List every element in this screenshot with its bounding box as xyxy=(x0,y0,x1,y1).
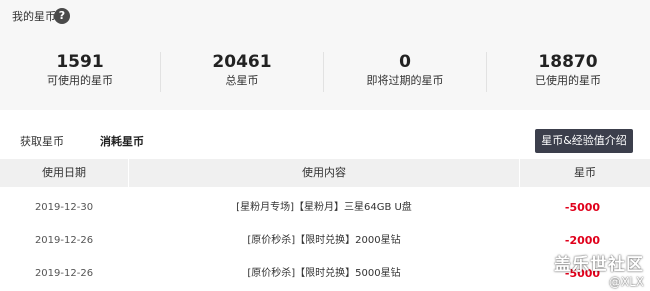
watermark-handle: @XLX xyxy=(608,275,644,289)
stat-available: 1591 可使用的星币 xyxy=(0,52,160,88)
table-row: 2019-12-30 [星粉月专场]【星粉月】三星64GB U盘 -5000 xyxy=(0,192,650,223)
header-content: 使用内容 xyxy=(302,166,346,179)
row-date: 2019-12-26 xyxy=(34,235,94,246)
help-icon[interactable]: ? xyxy=(54,8,70,24)
tab-spend-coins[interactable]: 消耗星币 xyxy=(100,135,144,149)
stat-divider xyxy=(486,52,487,92)
tab-earn-coins[interactable]: 获取星币 xyxy=(20,135,64,149)
header-coins: 星币 xyxy=(574,166,596,179)
watermark-title: 盖乐世社区 xyxy=(554,255,644,275)
stat-expiring: 0 即将过期的星币 xyxy=(325,52,485,88)
stat-total: 20461 总星币 xyxy=(162,52,322,88)
row-content: [原价秒杀]【限时兑换】2000星钻 xyxy=(247,235,401,246)
stat-label: 总星币 xyxy=(225,74,259,87)
row-date: 2019-12-30 xyxy=(34,202,94,213)
stat-label: 可使用的星币 xyxy=(47,74,113,87)
row-content: [原价秒杀]【限时兑换】5000星钻 xyxy=(247,268,401,279)
row-coins: -5000 xyxy=(564,201,601,214)
stat-divider xyxy=(160,52,161,92)
stat-value: 0 xyxy=(399,52,411,72)
stat-value: 20461 xyxy=(212,52,272,72)
table-header: 使用日期 使用内容 星币 xyxy=(0,159,650,187)
community-watermark: 盖乐世社区 @XLX xyxy=(554,255,644,289)
stat-value: 18870 xyxy=(538,52,598,72)
stat-value: 1591 xyxy=(56,52,104,72)
table-row: 2019-12-26 [原价秒杀]【限时兑换】5000星钻 -5000 xyxy=(0,258,650,289)
coin-summary-panel: 我的星币 ? 1591 可使用的星币 20461 总星币 0 即将过期的星币 1… xyxy=(0,0,650,110)
header-date: 使用日期 xyxy=(42,166,86,179)
stat-divider xyxy=(323,52,324,92)
row-content: [星粉月专场]【星粉月】三星64GB U盘 xyxy=(236,202,412,213)
table-row: 2019-12-26 [原价秒杀]【限时兑换】2000星钻 -2000 xyxy=(0,225,650,256)
stat-label: 已使用的星币 xyxy=(535,74,601,87)
stat-label: 即将过期的星币 xyxy=(366,74,444,87)
coin-exp-intro-button[interactable]: 星币&经验值介绍 xyxy=(535,129,633,153)
stat-used: 18870 已使用的星币 xyxy=(488,52,648,88)
panel-title: 我的星币 xyxy=(12,10,56,23)
row-date: 2019-12-26 xyxy=(34,268,94,279)
row-coins: -2000 xyxy=(564,234,601,247)
